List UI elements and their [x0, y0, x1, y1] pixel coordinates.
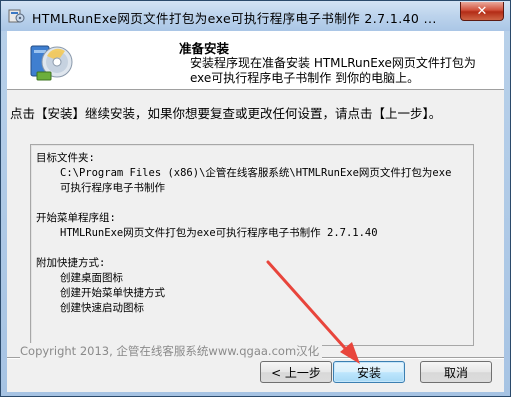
- title-bar[interactable]: HTMLRunExe网页文件打包为exe可执行程序电子书制作 2.7.1.40 …: [1, 1, 510, 31]
- shortcut-item: 创建桌面图标: [60, 272, 123, 284]
- shortcuts-label: 附加快捷方式:: [36, 257, 106, 269]
- installer-window: HTMLRunExe网页文件打包为exe可执行程序电子书制作 2.7.1.40 …: [0, 0, 511, 397]
- dialog-body: 准备安装 安装程序现在准备安装 HTMLRunExe网页文件打包为exe可执行程…: [7, 31, 504, 392]
- shortcut-item: 创建快速启动图标: [60, 302, 144, 314]
- close-icon: ✕: [476, 3, 488, 19]
- start-menu-label: 开始菜单程序组:: [36, 212, 116, 224]
- app-icon: [8, 9, 25, 23]
- setup-disc-icon: [30, 45, 73, 81]
- cancel-button[interactable]: 取消: [420, 361, 492, 383]
- start-menu-value: HTMLRunExe网页文件打包为exe可执行程序电子书制作 2.7.1.40: [60, 227, 378, 239]
- copyright-text: Copyright 2013, 企管在线客服系统www.qgaa.com汉化: [20, 343, 323, 359]
- back-button[interactable]: < 上一步: [260, 361, 332, 383]
- page-title: 准备安装: [179, 41, 230, 56]
- instruction-text: 点击【安装】继续安装，如果你想要复查或更改任何设置，请点击【上一步】。: [10, 106, 442, 121]
- dest-folder-label: 目标文件夹:: [36, 152, 95, 164]
- wizard-header: 准备安装 安装程序现在准备安装 HTMLRunExe网页文件打包为exe可执行程…: [7, 31, 504, 90]
- dest-folder-value: C:\Program Files (x86)\企管在线客服系统\HTMLRunE…: [60, 167, 452, 194]
- shortcut-item: 创建开始菜单快捷方式: [60, 287, 165, 299]
- window-title: HTMLRunExe网页文件打包为exe可执行程序电子书制作 2.7.1.40 …: [32, 11, 437, 26]
- close-button[interactable]: ✕: [460, 2, 504, 21]
- install-button[interactable]: 安装: [333, 361, 405, 383]
- page-subtitle: 安装程序现在准备安装 HTMLRunExe网页文件打包为exe可执行程序电子书制…: [190, 56, 476, 85]
- settings-summary-box[interactable]: 目标文件夹: C:\Program Files (x86)\企管在线客服系统\H…: [30, 144, 474, 346]
